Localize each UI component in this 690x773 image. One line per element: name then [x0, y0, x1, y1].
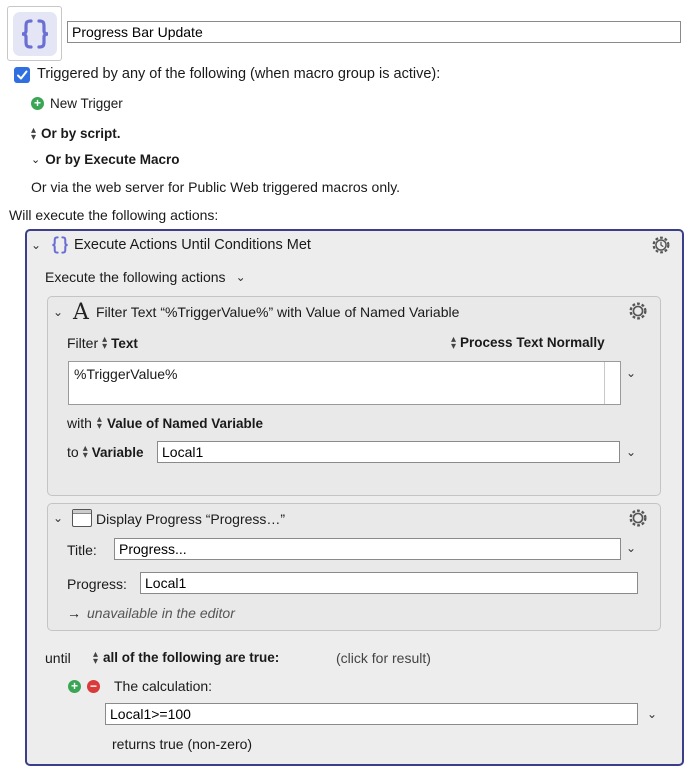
calculation-menu-chevron-icon[interactable]: ⌄ — [647, 707, 657, 721]
actions-header: Will execute the following actions: — [9, 207, 219, 223]
add-icon: + — [31, 97, 44, 110]
to-label: to — [67, 444, 79, 460]
execute-actions-toggle[interactable]: Execute the following actions ⌄ — [45, 269, 246, 285]
condition-mode: all of the following are true: — [103, 650, 280, 665]
curly-braces-icon — [50, 235, 70, 258]
process-text-selector[interactable]: ▴ ▾ Process Text Normally — [451, 333, 605, 352]
arrow-right-icon: → — [67, 605, 81, 621]
macro-icon[interactable] — [7, 6, 62, 61]
chevron-down-icon: ⌄ — [31, 154, 41, 166]
unavailable-note-text: unavailable in the editor — [87, 605, 235, 621]
filter-action-title: Filter Text “%TriggerValue%” with Value … — [96, 304, 460, 320]
variable-input[interactable]: Local1 — [157, 441, 620, 463]
gear-clock-icon[interactable] — [650, 234, 672, 259]
macro-name-input[interactable]: Progress Bar Update — [67, 21, 681, 43]
up-down-arrows-icon: ▴ ▾ — [31, 124, 37, 143]
up-down-arrows-icon: ▴ ▾ — [102, 334, 108, 352]
with-label: with — [67, 415, 92, 431]
filter-type: Text — [111, 335, 138, 351]
variable-menu-chevron-icon[interactable]: ⌄ — [626, 445, 636, 459]
progress-value-input[interactable]: Local1 — [140, 572, 638, 594]
collapse-chevron-icon[interactable]: ⌄ — [53, 305, 63, 319]
until-block-title: Execute Actions Until Conditions Met — [74, 237, 311, 253]
window-icon — [72, 509, 92, 527]
checkmark-icon — [17, 70, 28, 80]
process-text-label: Process Text Normally — [460, 335, 605, 350]
filter-label: Filter — [67, 335, 99, 351]
add-condition-icon[interactable]: + — [68, 680, 81, 693]
unavailable-note: → unavailable in the editor — [67, 605, 235, 621]
to-target-selector[interactable]: to ▴ ▾ Variable — [67, 443, 144, 461]
to-type: Variable — [91, 444, 144, 460]
remove-condition-icon[interactable]: − — [87, 680, 100, 693]
triggered-checkbox[interactable] — [14, 67, 30, 83]
execute-actions-label: Execute the following actions — [45, 269, 226, 285]
title-menu-chevron-icon[interactable]: ⌄ — [626, 541, 636, 555]
filter-text-icon: A — [73, 300, 89, 325]
until-label: until — [45, 650, 71, 666]
progress-action-title: Display Progress “Progress…” — [96, 511, 286, 527]
or-by-execute-macro-label: Or by Execute Macro — [45, 152, 180, 167]
or-by-script-label: Or by script. — [41, 126, 121, 141]
calculation-result-note: returns true (non-zero) — [112, 736, 253, 752]
collapse-chevron-icon[interactable]: ⌄ — [53, 511, 63, 525]
text-menu-chevron-icon[interactable]: ⌄ — [626, 366, 636, 380]
or-by-execute-macro-toggle[interactable]: ⌄ Or by Execute Macro — [31, 152, 180, 167]
new-trigger-label: New Trigger — [50, 96, 123, 111]
filter-text-area[interactable]: %TriggerValue% — [68, 361, 621, 405]
filter-text-value: %TriggerValue% — [74, 366, 178, 382]
progress-title-input[interactable]: Progress... — [114, 538, 621, 560]
new-trigger-button[interactable]: + New Trigger — [31, 96, 123, 111]
web-server-note: Or via the web server for Public Web tri… — [31, 179, 401, 195]
up-down-arrows-icon: ▴ ▾ — [451, 333, 457, 352]
up-down-arrows-icon: ▴ ▾ — [82, 443, 88, 461]
condition-label: The calculation: — [114, 678, 213, 694]
textarea-scrollbar[interactable] — [604, 362, 605, 404]
gear-icon[interactable] — [627, 507, 649, 532]
up-down-arrows-icon: ▴ ▾ — [96, 414, 102, 432]
chevron-down-icon: ⌄ — [235, 270, 246, 284]
progress-label: Progress: — [67, 576, 127, 592]
with-source-selector[interactable]: with ▴ ▾ Value of Named Variable — [67, 414, 264, 432]
condition-mode-selector[interactable]: ▴ ▾ all of the following are true: — [93, 648, 280, 667]
collapse-chevron-icon[interactable]: ⌄ — [31, 238, 41, 252]
gear-icon[interactable] — [627, 300, 649, 325]
filter-type-selector[interactable]: Filter ▴ ▾ Text — [67, 334, 138, 352]
calculation-input[interactable]: Local1>=100 — [105, 703, 638, 725]
title-label: Title: — [67, 542, 97, 558]
click-for-result-link[interactable]: (click for result) — [336, 650, 431, 666]
with-value: Value of Named Variable — [106, 415, 264, 431]
triggered-label: Triggered by any of the following (when … — [37, 66, 441, 82]
or-by-script-toggle[interactable]: ▴ ▾ Or by script. — [31, 124, 121, 143]
curly-braces-icon — [12, 11, 57, 56]
up-down-arrows-icon: ▴ ▾ — [93, 648, 99, 667]
